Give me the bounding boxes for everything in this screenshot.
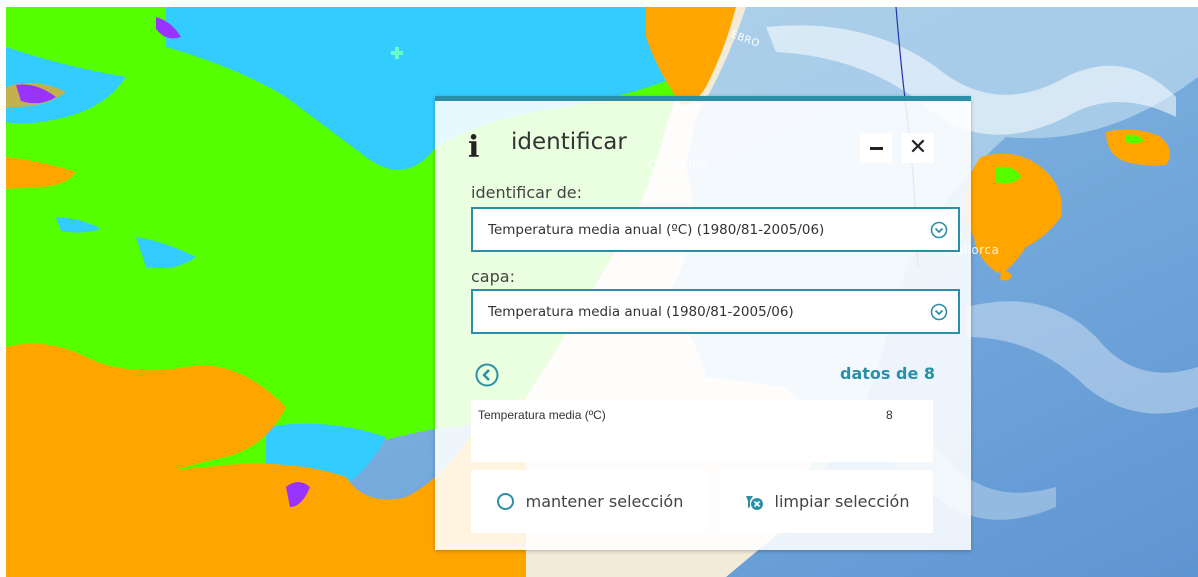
keep-selection-label: mantener selección: [525, 492, 684, 511]
identify-from-label: identificar de:: [471, 183, 583, 202]
layer-value: Temperatura media anual (1980/81-2005/06…: [488, 303, 794, 320]
layer-select[interactable]: Temperatura media anual (1980/81-2005/06…: [471, 289, 960, 334]
panel-title: identificar: [511, 129, 627, 155]
identify-panel: i identificar ✕ Castellón De La Plana id…: [435, 96, 971, 550]
radio-icon: [496, 493, 514, 510]
data-count-label: datos de 8: [840, 364, 935, 383]
info-icon: i: [468, 130, 480, 165]
keep-selection-button[interactable]: mantener selección: [471, 470, 709, 533]
layer-label: capa:: [471, 267, 515, 286]
close-button[interactable]: ✕: [902, 133, 934, 163]
minimize-button[interactable]: [860, 133, 892, 163]
back-button[interactable]: [475, 363, 499, 387]
identify-from-value: Temperatura media anual (ºC) (1980/81-20…: [488, 221, 825, 238]
result-row: Temperatura media (ºC) 8: [471, 400, 933, 462]
close-icon: ✕: [908, 135, 928, 160]
map-label-castellon: Castellón De La Plana: [648, 158, 709, 204]
clear-selection-button[interactable]: limpiar selección: [719, 470, 933, 533]
minimize-icon: [869, 146, 883, 150]
result-value: 8: [886, 408, 893, 422]
chevron-down-icon: [930, 303, 948, 321]
identify-from-select[interactable]: Temperatura media anual (ºC) (1980/81-20…: [471, 207, 960, 252]
clear-selection-label: limpiar selección: [774, 492, 910, 511]
chevron-down-icon: [930, 221, 948, 239]
clear-selection-icon: [743, 492, 765, 512]
result-label: Temperatura media (ºC): [478, 408, 606, 422]
chevron-left-icon: [475, 363, 499, 387]
